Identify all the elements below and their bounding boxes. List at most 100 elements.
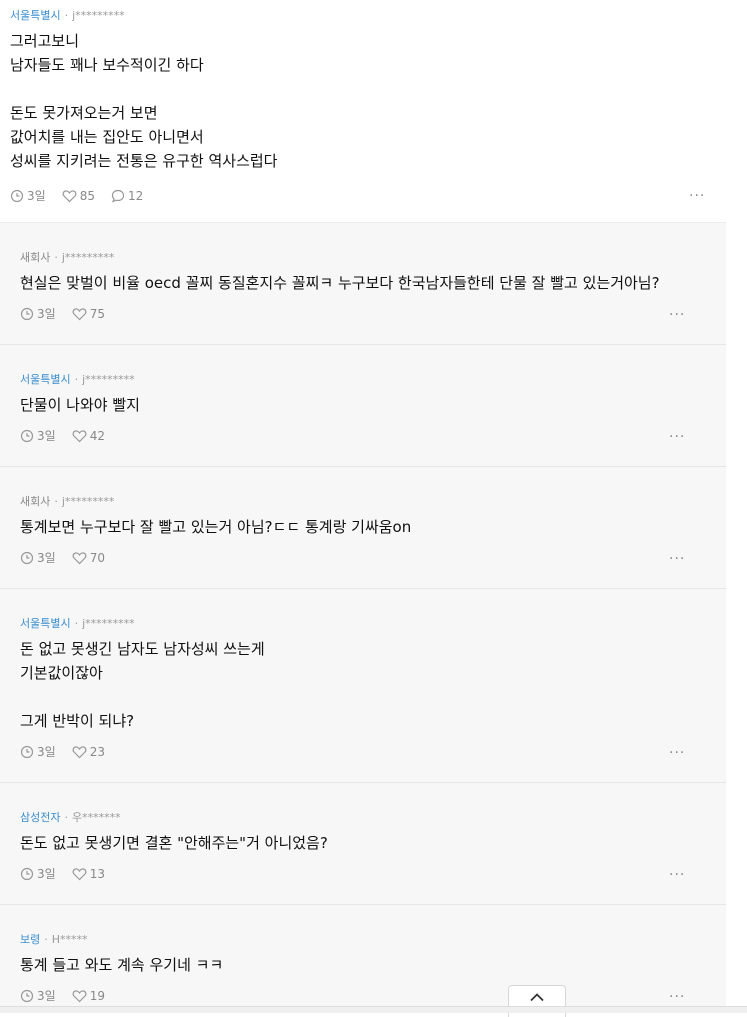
- more-options-button[interactable]: ···: [669, 551, 685, 567]
- time-label: 3일: [37, 307, 56, 321]
- author-id: j*********: [61, 495, 115, 508]
- author-location[interactable]: 서울특별시: [20, 617, 71, 630]
- more-options-button[interactable]: ···: [689, 188, 705, 204]
- reply-item: 새회사 · j********* 통계보면 누구보다 잘 빨고 있는거 아님?ㄷㄷ 통…: [0, 467, 726, 589]
- meta-separator: ·: [64, 9, 69, 22]
- reply-text: 돈 없고 못생긴 남자도 남자성씨 쓰는게 기본값이잖아 그게 반박이 되냐?: [20, 640, 265, 730]
- reply-meta: 새회사 · j*********: [20, 251, 114, 265]
- like-button[interactable]: 19: [72, 989, 105, 1003]
- like-button[interactable]: 42: [72, 429, 105, 443]
- reply-meta: 삼성전자 · 우*******: [20, 811, 121, 825]
- more-options-button[interactable]: ···: [669, 745, 685, 761]
- meta-separator: ·: [74, 373, 79, 386]
- reply-count: 12: [127, 188, 144, 203]
- author-id: j*********: [72, 9, 125, 22]
- more-options-button[interactable]: ···: [669, 989, 685, 1005]
- reply-actions: 3일 70: [20, 549, 121, 566]
- author-location[interactable]: 삼성전자: [20, 811, 60, 824]
- reply-text: 통계 들고 와도 계속 우기네 ㅋㅋ: [20, 956, 224, 974]
- like-count: 70: [89, 550, 105, 565]
- reply-actions: 3일 13: [20, 865, 121, 882]
- reply-actions: 3일 75: [20, 305, 121, 322]
- reply-meta: 서울특별시 · j*********: [20, 373, 135, 387]
- like-button[interactable]: 23: [72, 745, 105, 759]
- author-id: j*********: [82, 617, 135, 630]
- time-label: 3일: [37, 867, 56, 881]
- clock-icon: [20, 307, 34, 320]
- more-options-button[interactable]: ···: [669, 307, 685, 323]
- like-button[interactable]: 75: [72, 307, 105, 321]
- clock-icon: [20, 551, 34, 564]
- like-count: 19: [89, 988, 105, 1003]
- reply-meta: 보령 · H*****: [20, 933, 88, 947]
- comment: 서울특별시 · j********* 그러고보니 남자들도 꽤나 보수적이긴 하다 …: [0, 0, 726, 223]
- author-id: 우*******: [71, 811, 121, 824]
- reply-actions: 3일 19: [20, 987, 121, 1004]
- reply-text: 통계보면 누구보다 잘 빨고 있는거 아님?ㄷㄷ 통계랑 기싸움on: [20, 518, 412, 536]
- meta-separator: ·: [44, 933, 48, 946]
- author-id: j*********: [82, 373, 135, 386]
- reply-button[interactable]: 12: [111, 189, 143, 203]
- reply-actions: 3일 23: [20, 743, 121, 760]
- heart-icon: [72, 307, 87, 320]
- time-stat: 3일: [10, 187, 46, 204]
- time-label: 3일: [27, 189, 46, 203]
- heart-icon: [72, 745, 87, 758]
- heart-icon: [72, 867, 87, 880]
- like-button[interactable]: 13: [72, 867, 105, 881]
- meta-separator: ·: [64, 811, 68, 824]
- like-button[interactable]: 70: [72, 551, 105, 565]
- clock-icon: [20, 867, 34, 880]
- time-stat: 3일: [20, 865, 56, 882]
- time-stat: 3일: [20, 549, 56, 566]
- chevron-up-icon: [530, 993, 544, 1002]
- like-count: 42: [89, 428, 105, 443]
- more-options-button[interactable]: ···: [669, 867, 685, 883]
- time-label: 3일: [37, 745, 56, 759]
- reply-meta: 새회사 · j*********: [20, 495, 114, 509]
- reply-item: 새회사 · j********* 현실은 맞벌이 비율 oecd 꼴찌 동질혼지수 꼴…: [0, 223, 726, 345]
- more-options-button[interactable]: ···: [669, 429, 685, 445]
- time-label: 3일: [37, 989, 56, 1003]
- reply-text: 단물이 나와야 빨지: [20, 396, 140, 414]
- author-id: j*********: [61, 251, 115, 264]
- author-id: H*****: [51, 933, 88, 946]
- time-stat: 3일: [20, 987, 56, 1004]
- reply-text: 현실은 맞벌이 비율 oecd 꼴찌 동질혼지수 꼴찌ㅋ 누구보다 한국남자들한…: [20, 274, 660, 292]
- author-location[interactable]: 보령: [20, 933, 40, 946]
- meta-separator: ·: [54, 495, 58, 508]
- like-count: 23: [89, 744, 105, 759]
- like-count: 13: [89, 866, 105, 881]
- time-label: 3일: [37, 551, 56, 565]
- clock-icon: [10, 189, 24, 202]
- heart-icon: [72, 429, 87, 442]
- reply-text: 돈도 없고 못생기면 결혼 "안해주는"거 아니었음?: [20, 834, 328, 852]
- scrollbar-track[interactable]: [726, 0, 747, 1012]
- author-location[interactable]: 서울특별시: [20, 373, 71, 386]
- reply-item: 삼성전자 · 우******* 돈도 없고 못생기면 결혼 "안해주는"거 아니었음?…: [0, 783, 726, 905]
- speech-bubble-icon: [111, 189, 125, 203]
- heart-icon: [62, 189, 77, 202]
- clock-icon: [20, 745, 34, 758]
- reply-item: 서울특별시 · j********* 돈 없고 못생긴 남자도 남자성씨 쓰는게 기본…: [0, 589, 726, 783]
- time-stat: 3일: [20, 305, 56, 322]
- clock-icon: [20, 429, 34, 442]
- comment-meta: 서울특별시 · j*********: [10, 9, 125, 23]
- comment-actions: 3일 85 12: [10, 187, 159, 204]
- time-stat: 3일: [20, 743, 56, 760]
- reply-item: 서울특별시 · j********* 단물이 나와야 빨지 3일 42 ···: [0, 345, 726, 467]
- heart-icon: [72, 989, 87, 1002]
- reply-item: 보령 · H***** 통계 들고 와도 계속 우기네 ㅋㅋ 3일 19 ···: [0, 905, 726, 1013]
- meta-separator: ·: [54, 251, 58, 264]
- meta-separator: ·: [74, 617, 79, 630]
- reply-actions: 3일 42: [20, 427, 121, 444]
- clock-icon: [20, 989, 34, 1002]
- comment-text: 그러고보니 남자들도 꽤나 보수적이긴 하다 돈도 못가져오는거 보면 값어치를…: [10, 32, 278, 170]
- like-count: 85: [79, 188, 95, 203]
- heart-icon: [72, 551, 87, 564]
- author-location[interactable]: 새회사: [20, 495, 50, 508]
- like-button[interactable]: 85: [62, 189, 95, 203]
- reply-meta: 서울특별시 · j*********: [20, 617, 135, 631]
- author-location[interactable]: 새회사: [20, 251, 50, 264]
- author-location[interactable]: 서울특별시: [10, 9, 61, 22]
